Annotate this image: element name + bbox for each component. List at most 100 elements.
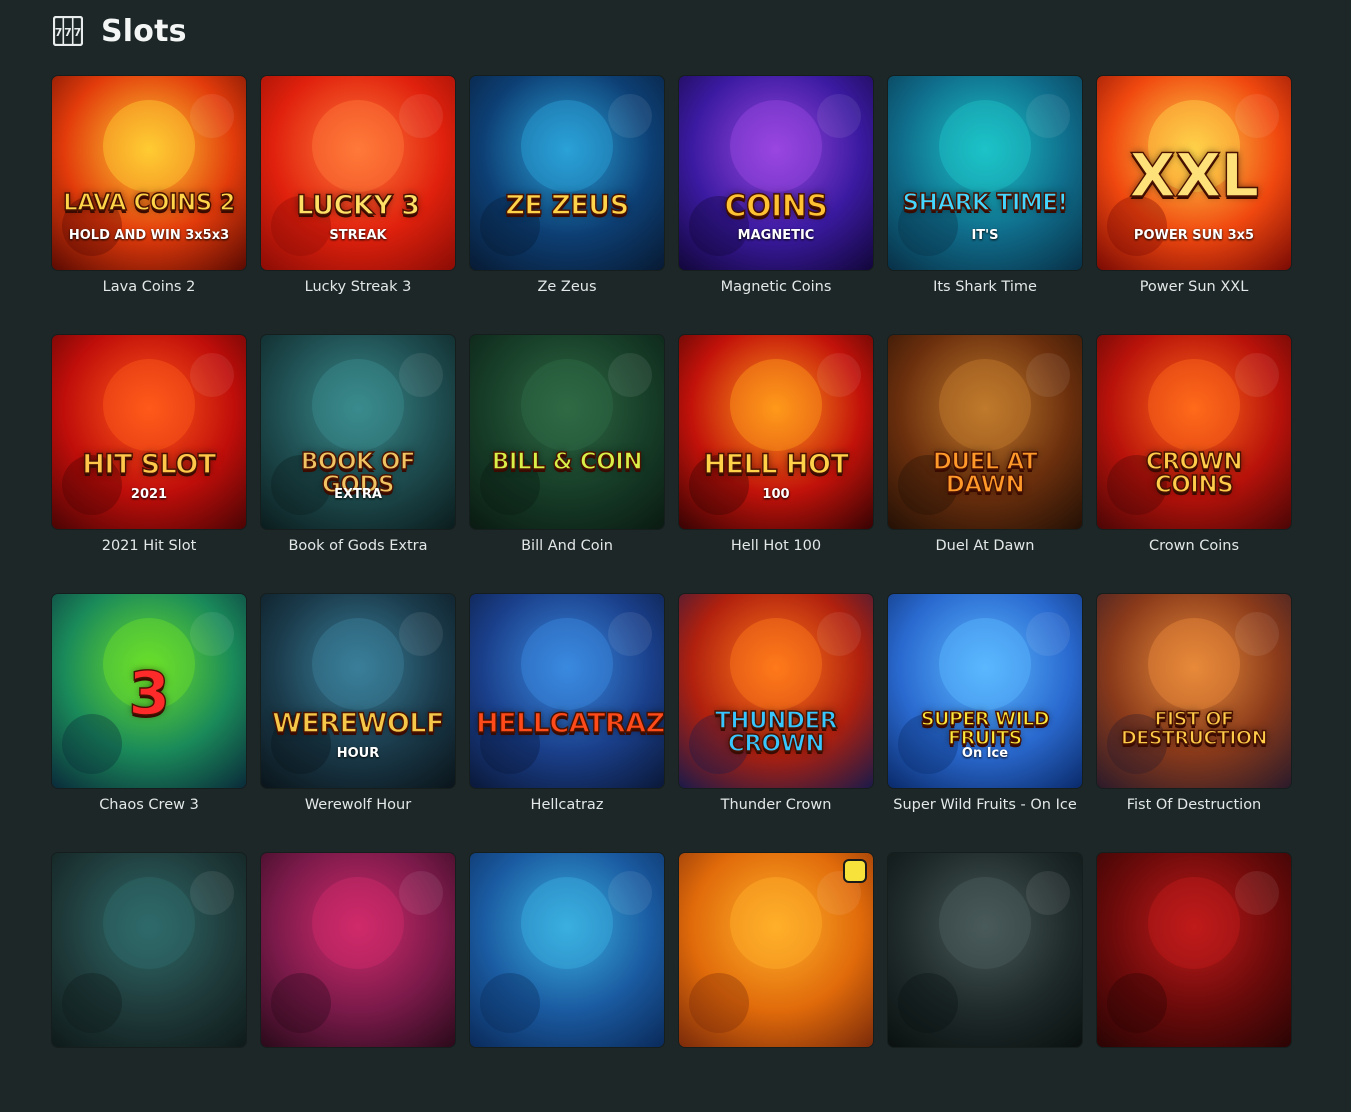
game-title[interactable]: Lava Coins 2 bbox=[52, 279, 246, 295]
game-thumbnail[interactable]: Lava Coins 2 HOLD AND WIN 3x5x3 bbox=[52, 76, 246, 270]
game-thumbnail[interactable] bbox=[888, 853, 1082, 1047]
game-title[interactable]: Lucky Streak 3 bbox=[261, 279, 455, 295]
game-thumbnail[interactable]: Duel at Dawn bbox=[888, 335, 1082, 529]
game-tile[interactable] bbox=[679, 853, 873, 1112]
game-thumbnail[interactable]: Ze Zeus bbox=[470, 76, 664, 270]
page-header: 7 7 7 Slots bbox=[53, 11, 187, 51]
game-title[interactable]: Ze Zeus bbox=[470, 279, 664, 295]
game-tile[interactable]: Lucky 3 STREAK Lucky Streak 3 bbox=[261, 76, 455, 335]
game-logo-subtext: 100 bbox=[762, 487, 790, 502]
game-thumbnail[interactable]: Werewolf HOUR bbox=[261, 594, 455, 788]
game-thumbnail[interactable]: Shark Time! IT'S bbox=[888, 76, 1082, 270]
game-logo-text: XXL bbox=[1129, 141, 1260, 211]
game-tile[interactable] bbox=[52, 853, 246, 1112]
slot-machine-icon: 7 7 7 bbox=[53, 16, 83, 46]
game-logo-subtext: HOLD AND WIN 3x5x3 bbox=[68, 228, 230, 243]
game-thumbnail[interactable]: Book of Gods EXTRA bbox=[261, 335, 455, 529]
game-artwork bbox=[1107, 871, 1279, 1033]
game-logo-subtext: STREAK bbox=[329, 228, 387, 243]
game-thumbnail[interactable] bbox=[470, 853, 664, 1047]
game-tile[interactable]: Super Wild Fruits On Ice Super Wild Fruits… bbox=[888, 594, 1082, 853]
game-tile[interactable]: Coins MAGNETIC Magnetic Coins bbox=[679, 76, 873, 335]
game-tile[interactable]: Bill & Coin Bill And Coin bbox=[470, 335, 664, 594]
game-tile[interactable]: Book of Gods EXTRA Book of Gods Extra bbox=[261, 335, 455, 594]
game-tile[interactable] bbox=[888, 853, 1082, 1112]
game-artwork bbox=[898, 353, 1070, 515]
game-artwork bbox=[1107, 612, 1279, 774]
game-artwork bbox=[271, 871, 443, 1033]
game-thumbnail[interactable] bbox=[1097, 853, 1291, 1047]
game-title[interactable]: Duel At Dawn bbox=[888, 538, 1082, 554]
game-tile[interactable]: Thunder Crown Thunder Crown bbox=[679, 594, 873, 853]
game-thumbnail[interactable]: XXL POWER SUN 3x5 bbox=[1097, 76, 1291, 270]
game-title[interactable]: Werewolf Hour bbox=[261, 797, 455, 813]
game-artwork bbox=[62, 871, 234, 1033]
game-title[interactable]: Thunder Crown bbox=[679, 797, 873, 813]
game-logo-text: Crown Coins bbox=[1145, 449, 1243, 498]
game-tile[interactable]: Duel at Dawn Duel At Dawn bbox=[888, 335, 1082, 594]
game-tile[interactable]: XXL POWER SUN 3x5 Power Sun XXL bbox=[1097, 76, 1291, 335]
game-tile[interactable] bbox=[1097, 853, 1291, 1112]
game-tile[interactable]: 3 Chaos Crew 3 bbox=[52, 594, 246, 853]
game-thumbnail[interactable]: Super Wild Fruits On Ice bbox=[888, 594, 1082, 788]
game-artwork bbox=[689, 612, 861, 774]
game-title[interactable]: Hellcatraz bbox=[470, 797, 664, 813]
game-logo-text: Duel at Dawn bbox=[932, 449, 1038, 498]
game-thumbnail[interactable] bbox=[261, 853, 455, 1047]
game-tile[interactable]: Lava Coins 2 HOLD AND WIN 3x5x3 Lava Coins… bbox=[52, 76, 246, 335]
game-tile[interactable]: Hit Slot 2021 2021 Hit Slot bbox=[52, 335, 246, 594]
game-thumbnail[interactable]: Lucky 3 STREAK bbox=[261, 76, 455, 270]
game-logo-text: Hell Hot bbox=[703, 449, 850, 480]
game-thumbnail[interactable]: Crown Coins bbox=[1097, 335, 1291, 529]
game-tile[interactable] bbox=[261, 853, 455, 1112]
game-logo-subtext: POWER SUN 3x5 bbox=[1133, 228, 1255, 243]
game-tile[interactable]: Hellcatraz Hellcatraz bbox=[470, 594, 664, 853]
game-logo-subtext: IT'S bbox=[971, 228, 999, 243]
game-thumbnail[interactable]: Fist of Destruction bbox=[1097, 594, 1291, 788]
game-tile[interactable]: Ze Zeus Ze Zeus bbox=[470, 76, 664, 335]
game-thumbnail[interactable]: 3 bbox=[52, 594, 246, 788]
game-logo-text: Hit Slot bbox=[82, 449, 217, 480]
feature-badge-icon bbox=[845, 861, 865, 881]
game-artwork bbox=[480, 871, 652, 1033]
game-tile[interactable] bbox=[470, 853, 664, 1112]
game-logo-text: Lava Coins 2 bbox=[62, 190, 236, 216]
game-thumbnail[interactable]: Hell Hot 100 bbox=[679, 335, 873, 529]
game-title[interactable]: Power Sun XXL bbox=[1097, 279, 1291, 295]
game-title[interactable]: Chaos Crew 3 bbox=[52, 797, 246, 813]
game-tile[interactable]: Fist of Destruction Fist Of Destruction bbox=[1097, 594, 1291, 853]
game-logo-text: Werewolf bbox=[271, 708, 445, 739]
game-tile[interactable]: Hell Hot 100 Hell Hot 100 bbox=[679, 335, 873, 594]
game-title[interactable]: Fist Of Destruction bbox=[1097, 797, 1291, 813]
game-title[interactable]: Hell Hot 100 bbox=[679, 538, 873, 554]
game-title[interactable]: Its Shark Time bbox=[888, 279, 1082, 295]
game-title[interactable]: Magnetic Coins bbox=[679, 279, 873, 295]
game-thumbnail[interactable]: Coins MAGNETIC bbox=[679, 76, 873, 270]
games-grid: Lava Coins 2 HOLD AND WIN 3x5x3 Lava Coins… bbox=[52, 76, 1292, 1112]
game-logo-text: Super Wild Fruits bbox=[920, 708, 1050, 749]
game-thumbnail[interactable]: Thunder Crown bbox=[679, 594, 873, 788]
game-artwork bbox=[480, 612, 652, 774]
game-logo-text: Hellcatraz bbox=[475, 708, 664, 739]
game-tile[interactable]: Shark Time! IT'S Its Shark Time bbox=[888, 76, 1082, 335]
game-thumbnail[interactable] bbox=[679, 853, 873, 1047]
game-tile[interactable]: Werewolf HOUR Werewolf Hour bbox=[261, 594, 455, 853]
game-logo-text: Ze Zeus bbox=[505, 190, 630, 221]
svg-text:7: 7 bbox=[64, 26, 72, 39]
page: { "page": { "title": "Slots", "icon": "s… bbox=[0, 0, 1351, 1047]
game-title[interactable]: 2021 Hit Slot bbox=[52, 538, 246, 554]
game-title[interactable]: Book of Gods Extra bbox=[261, 538, 455, 554]
game-title[interactable]: Crown Coins bbox=[1097, 538, 1291, 554]
game-thumbnail[interactable]: Hit Slot 2021 bbox=[52, 335, 246, 529]
game-thumbnail[interactable]: Hellcatraz bbox=[470, 594, 664, 788]
game-title[interactable]: Bill And Coin bbox=[470, 538, 664, 554]
game-thumbnail[interactable]: Bill & Coin bbox=[470, 335, 664, 529]
game-thumbnail[interactable] bbox=[52, 853, 246, 1047]
game-title[interactable]: Super Wild Fruits - On Ice bbox=[888, 797, 1082, 813]
game-logo-text: Fist of Destruction bbox=[1120, 708, 1268, 749]
game-logo-text: 3 bbox=[128, 659, 171, 729]
svg-text:7: 7 bbox=[74, 26, 82, 39]
game-artwork bbox=[689, 871, 861, 1033]
game-logo-text: Coins bbox=[724, 189, 829, 224]
game-tile[interactable]: Crown Coins Crown Coins bbox=[1097, 335, 1291, 594]
